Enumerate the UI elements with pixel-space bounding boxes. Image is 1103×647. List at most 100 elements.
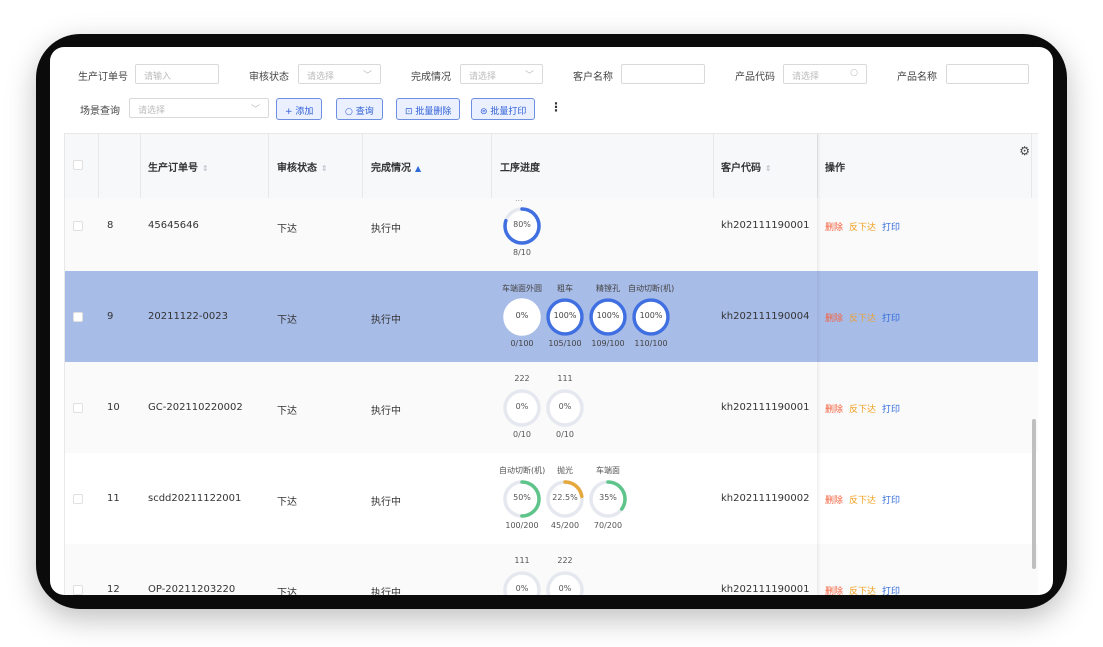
print-link[interactable]: 打印 [882, 314, 900, 324]
product-code-select[interactable]: 请选择 ○ [783, 64, 867, 84]
progress-ring: 35% [588, 479, 628, 519]
table-row[interactable]: 9 20211122-0023 下达 执行中 kh202111190004 删除 反下达 打印… [65, 271, 1038, 363]
process-progress-item: 111 0% 0/10 [542, 374, 588, 439]
progress-ring: 100% [631, 297, 671, 337]
row-actions: 删除 反下达 打印 [825, 220, 900, 233]
completion-cell: 执行中 [371, 315, 401, 326]
query-button[interactable]: ○ 查询 [336, 98, 383, 120]
progress-ring: 0% [545, 388, 585, 428]
filter-label-product-code: 产品代码 [735, 72, 775, 83]
more-options-icon[interactable]: ⋮ [550, 100, 562, 114]
delete-link[interactable]: 删除 [825, 496, 843, 506]
process-progress-item: 自动切断(机) 50% 100/200 [499, 465, 545, 530]
process-name: 111 [514, 556, 530, 565]
process-progress-item: 粗车 100% 105/100 [542, 283, 588, 348]
revoke-link[interactable]: 反下达 [849, 223, 876, 233]
progress-ring: 0% [502, 570, 542, 595]
row-checkbox[interactable] [73, 585, 83, 595]
column-header-customer-code[interactable]: 客户代码 ⇕ [721, 159, 772, 174]
completion-cell: 执行中 [371, 497, 401, 508]
filter-label-product-name: 产品名称 [897, 72, 937, 83]
progress-percent: 22.5% [552, 493, 578, 502]
process-name: 222 [557, 556, 573, 565]
table-row[interactable]: 11 scdd20211122001 下达 执行中 kh202111190002 删除 反下… [65, 453, 1038, 545]
audit-status-select[interactable]: 请选择 ﹀ [298, 64, 381, 84]
delete-link[interactable]: 删除 [825, 405, 843, 415]
progress-count: 100/200 [505, 521, 539, 530]
printer-icon: ⊜ [480, 107, 491, 117]
print-link[interactable]: 打印 [882, 405, 900, 415]
revoke-link[interactable]: 反下达 [849, 405, 876, 415]
add-button[interactable]: + 添加 [276, 98, 323, 120]
select-all-checkbox[interactable] [73, 160, 83, 170]
order-no-cell: scdd20211122001 [148, 493, 242, 504]
progress-count: 105/100 [548, 339, 582, 348]
progress-ring: 100% [545, 297, 585, 337]
completion-cell: 执行中 [371, 406, 401, 417]
audit-status-cell: 下达 [277, 224, 297, 235]
table-row[interactable]: 8 45645646 下达 执行中 kh202111190001 删除 反下达 打印... 80… [65, 194, 1038, 272]
process-progress-item: 自动切断(机) 100% 110/100 [628, 283, 674, 348]
delete-link[interactable]: 删除 [825, 314, 843, 324]
process-name: 自动切断(机) [499, 466, 546, 475]
product-name-input[interactable] [946, 64, 1029, 84]
column-header-actions: 操作 [825, 163, 845, 174]
delete-link[interactable]: 删除 [825, 587, 843, 595]
completion-select[interactable]: 请选择 ﹀ [460, 64, 543, 84]
header-divider [362, 134, 363, 198]
row-checkbox[interactable] [73, 221, 83, 231]
progress-ring: 0% [545, 570, 585, 595]
column-header-audit-status[interactable]: 审核状态 ⇕ [277, 159, 328, 174]
vertical-scrollbar[interactable] [1032, 419, 1036, 569]
progress-ring: 0% [502, 388, 542, 428]
row-checkbox[interactable] [73, 494, 83, 504]
progress-percent: 50% [513, 493, 531, 502]
table-row[interactable]: 10 GC-202110220002 下达 执行中 kh202111190001 删除 反下… [65, 362, 1038, 454]
customer-code-cell: kh202111190002 [721, 493, 810, 504]
delete-link[interactable]: 删除 [825, 223, 843, 233]
print-link[interactable]: 打印 [882, 496, 900, 506]
batch-print-button[interactable]: ⊜ 批量打印 [471, 98, 536, 120]
row-checkbox[interactable] [73, 403, 83, 413]
table-row[interactable]: 12 OP-20211203220 下达 执行中 kh202111190001 删除 反下达… [65, 544, 1038, 595]
table-header: 生产订单号 ⇕ 审核状态 ⇕ 完成情况 ▲ 工序进度 客户代码 ⇕ 操作 ⚙ [65, 134, 1038, 199]
column-header-order-no[interactable]: 生产订单号 ⇕ [148, 159, 209, 174]
scene-select[interactable]: 请选择 ﹀ [129, 98, 269, 118]
row-index: 11 [107, 493, 120, 504]
completion-cell: 执行中 [371, 588, 401, 595]
fixed-column-shadow [817, 134, 821, 595]
progress-count: 8/10 [513, 248, 531, 257]
process-progress-item: 111 0% [499, 556, 545, 595]
process-name: 抛光 [557, 466, 573, 475]
header-divider [140, 134, 141, 198]
progress-ring: 0% [502, 297, 542, 337]
customer-name-input[interactable] [621, 64, 705, 84]
row-index: 9 [107, 311, 114, 322]
order-no-input[interactable]: 请输入 [135, 64, 219, 84]
filter-label-completion: 完成情况 [411, 72, 451, 83]
batch-delete-button[interactable]: ⊡ 批量删除 [396, 98, 461, 120]
print-link[interactable]: 打印 [882, 587, 900, 595]
row-checkbox[interactable] [73, 312, 83, 322]
production-order-table: 生产订单号 ⇕ 审核状态 ⇕ 完成情况 ▲ 工序进度 客户代码 ⇕ 操作 ⚙ 8 4564… [64, 133, 1038, 595]
row-index: 12 [107, 584, 120, 595]
order-no-cell: 45645646 [148, 220, 199, 231]
audit-status-cell: 下达 [277, 588, 297, 595]
process-progress-item: 车端面 35% 70/200 [585, 465, 631, 530]
revoke-link[interactable]: 反下达 [849, 587, 876, 595]
header-divider [98, 134, 99, 198]
progress-count: 109/100 [591, 339, 625, 348]
print-link[interactable]: 打印 [882, 223, 900, 233]
customer-code-cell: kh202111190001 [721, 220, 810, 231]
process-name: 精镗孔 [596, 284, 620, 293]
column-header-progress: 工序进度 [500, 163, 540, 174]
filter-label-scene: 场景查询 [80, 106, 120, 117]
column-header-completion[interactable]: 完成情况 ▲ [371, 159, 421, 174]
progress-count: 45/200 [550, 521, 580, 530]
revoke-link[interactable]: 反下达 [849, 314, 876, 324]
revoke-link[interactable]: 反下达 [849, 496, 876, 506]
order-no-cell: GC-202110220002 [148, 402, 243, 413]
process-name: 自动切断(机) [628, 284, 675, 293]
gear-icon[interactable]: ⚙ [1019, 144, 1030, 158]
process-name: 车端面外圆 [502, 284, 542, 293]
